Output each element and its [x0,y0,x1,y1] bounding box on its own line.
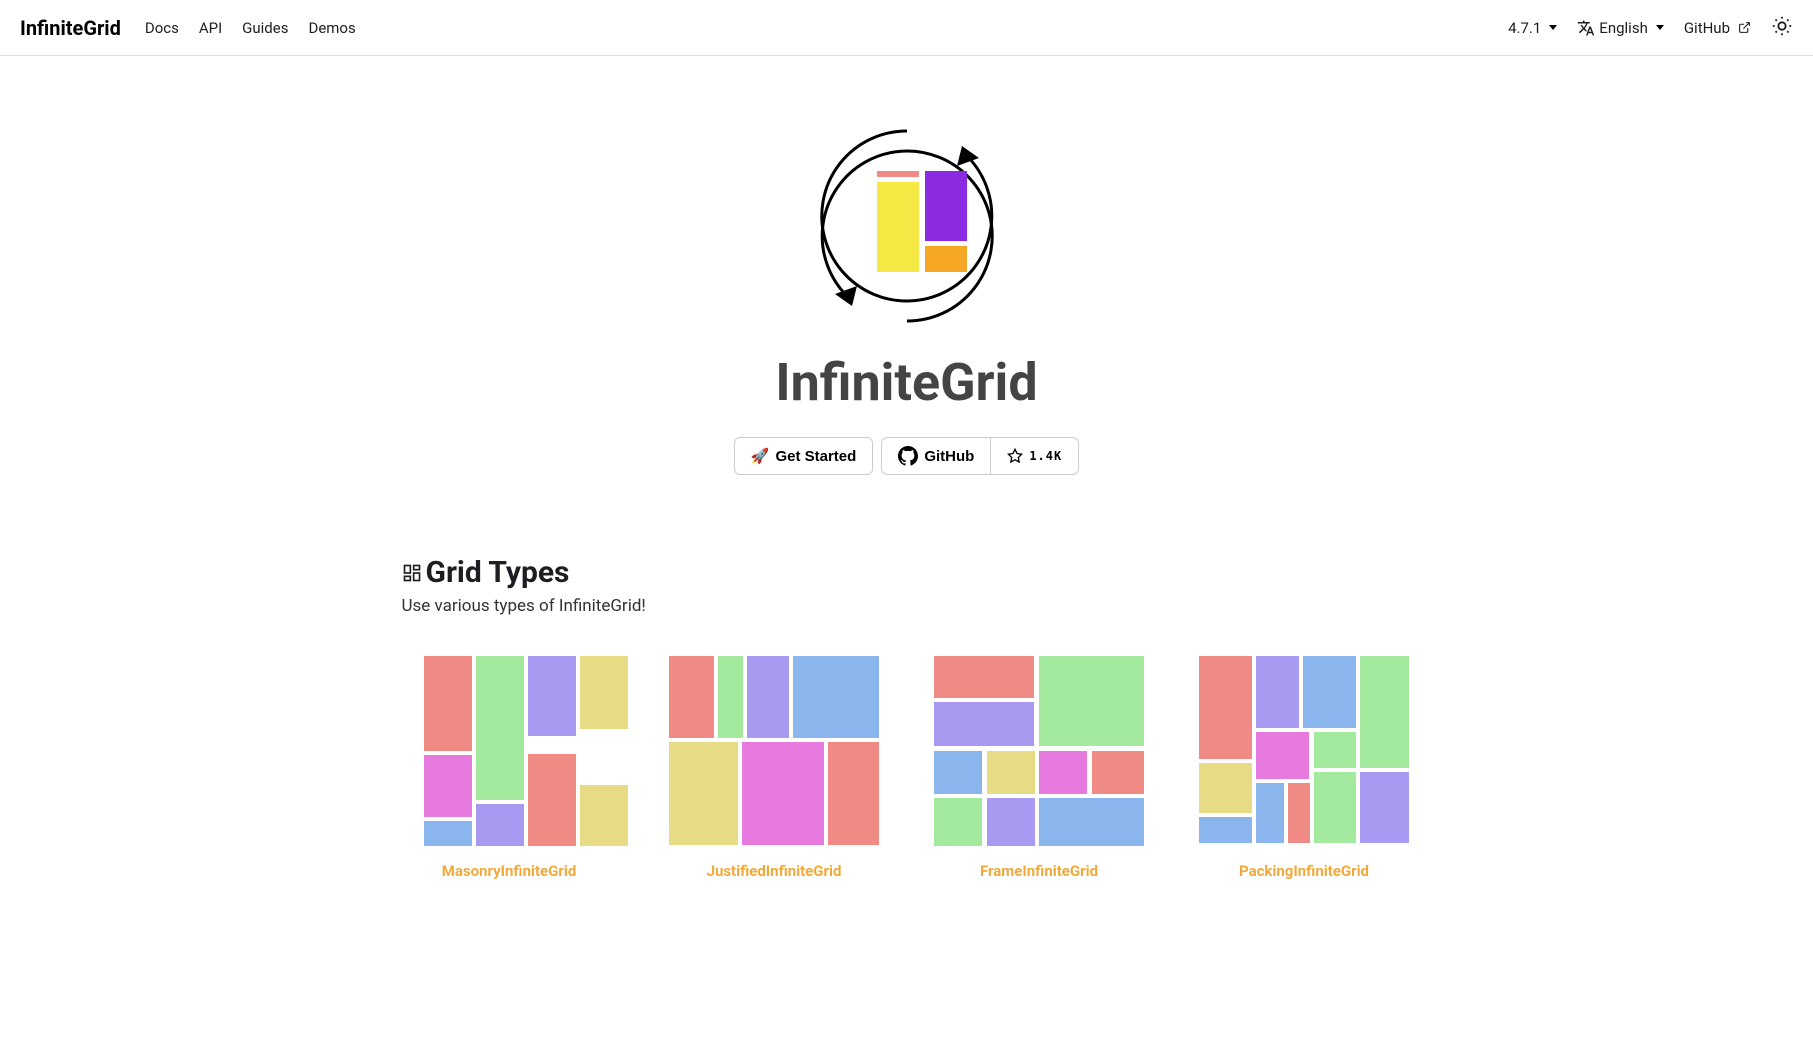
navbar: InfiniteGrid Docs API Guides Demos 4.7.1… [0,0,1813,56]
stars-button[interactable]: 1.4K [991,437,1079,475]
grid-types-section: Grid Types Use various types of Infinite… [382,555,1432,880]
language-label: English [1599,19,1648,37]
version-label: 4.7.1 [1508,19,1541,37]
grid-types-container: MasonryInfiniteGrid JustifiedInfiniteGri… [402,656,1412,880]
logo-icon [807,116,1007,336]
stars-count: 1.4K [1029,449,1062,463]
sun-icon [1771,15,1793,37]
get-started-label: Get Started [775,448,856,465]
grid-card-justified[interactable]: JustifiedInfiniteGrid [667,656,882,880]
grid-name-justified: JustifiedInfiniteGrid [707,862,842,880]
nav-link-demos[interactable]: Demos [308,19,355,37]
rocket-icon: 🚀 [751,447,770,465]
masonry-preview [404,656,614,846]
nav-link-api[interactable]: API [199,19,222,37]
section-title: Grid Types [402,555,1412,590]
github-button-group: GitHub 1.4K [881,437,1079,475]
nav-link-guides[interactable]: Guides [242,19,288,37]
translate-icon [1577,19,1595,37]
theme-toggle[interactable] [1771,15,1793,41]
chevron-down-icon [1549,25,1557,30]
section-title-text: Grid Types [426,555,570,590]
hero-buttons: 🚀 Get Started GitHub 1.4K [734,437,1079,475]
language-dropdown[interactable]: English [1577,19,1664,37]
navbar-left: InfiniteGrid Docs API Guides Demos [20,16,356,40]
grid-name-packing: PackingInfiniteGrid [1239,862,1369,880]
page-title: InfiniteGrid [775,352,1037,413]
github-button-label: GitHub [924,448,974,465]
grid-card-packing[interactable]: PackingInfiniteGrid [1197,656,1412,880]
github-button[interactable]: GitHub [881,437,991,475]
frame-preview [934,656,1144,846]
star-icon [1007,448,1023,464]
grid-card-masonry[interactable]: MasonryInfiniteGrid [402,656,617,880]
grid-icon [402,563,422,583]
github-icon [898,446,918,466]
grid-name-frame: FrameInfiniteGrid [980,862,1098,880]
grid-card-frame[interactable]: FrameInfiniteGrid [932,656,1147,880]
navbar-right: 4.7.1 English GitHub [1508,15,1793,41]
packing-preview [1199,656,1409,846]
github-label: GitHub [1684,19,1730,37]
section-subtitle: Use various types of InfiniteGrid! [402,596,1412,616]
get-started-button[interactable]: 🚀 Get Started [734,437,874,475]
external-link-icon [1738,21,1751,34]
justified-preview [669,656,879,846]
chevron-down-icon [1656,25,1664,30]
grid-name-masonry: MasonryInfiniteGrid [442,862,577,880]
github-link[interactable]: GitHub [1684,19,1751,37]
nav-links: Docs API Guides Demos [145,19,356,37]
brand-logo[interactable]: InfiniteGrid [20,16,121,40]
nav-link-docs[interactable]: Docs [145,19,179,37]
version-dropdown[interactable]: 4.7.1 [1508,19,1557,37]
hero-section: InfiniteGrid 🚀 Get Started GitHub 1.4K [0,56,1813,515]
